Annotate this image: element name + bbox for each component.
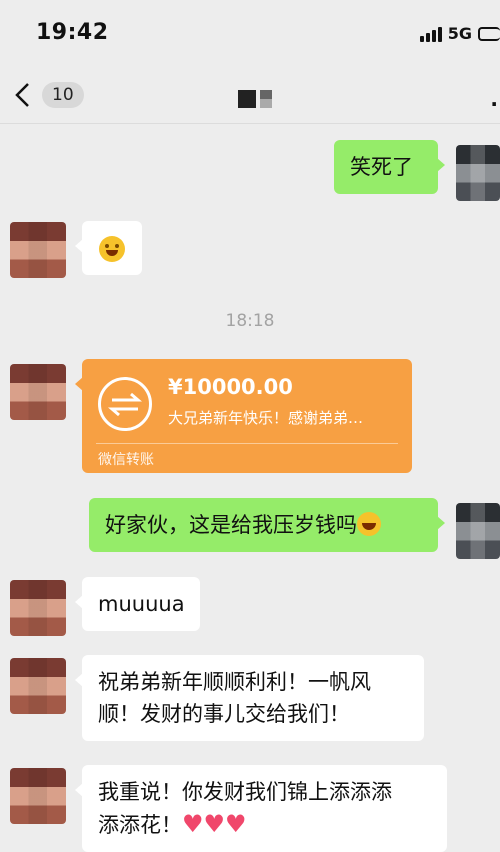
message-bubble-mine[interactable]: 好家伙，这是给我压岁钱吗: [89, 498, 445, 552]
message-text-line: 祝弟弟新年顺顺利利！一帆风: [98, 670, 371, 694]
message-text: muuuua: [98, 592, 185, 616]
divider: [96, 443, 398, 444]
message-text-line: 我重说！你发财我们锦上添添添: [98, 780, 392, 804]
avatar[interactable]: [10, 658, 66, 714]
avatar[interactable]: [10, 222, 66, 278]
status-bar: 19:42 5G: [0, 0, 500, 64]
battery-icon: [478, 26, 500, 41]
message-text: 笑死了: [350, 155, 413, 179]
back-button[interactable]: 10: [10, 78, 90, 112]
status-time: 19:42: [36, 20, 109, 45]
message-text-line: 顺！发财的事儿交给我们！: [98, 702, 350, 726]
message-bubble-theirs[interactable]: muuuua: [75, 577, 200, 631]
transfer-note: 大兄弟新年快乐！感谢弟弟…: [168, 409, 364, 427]
status-indicators: 5G: [419, 24, 500, 43]
chevron-left-icon: [15, 83, 29, 107]
message-text-line: 添添花！♥♥♥: [98, 808, 431, 841]
heart-icon: ♥: [203, 810, 226, 838]
chat-header: 10 ·: [0, 64, 500, 124]
message-bubble-theirs[interactable]: [75, 221, 142, 275]
avatar[interactable]: [456, 503, 500, 559]
message-bubble-theirs[interactable]: 我重说！你发财我们锦上添添添 添添花！♥♥♥: [75, 765, 447, 852]
network-type: 5G: [447, 24, 472, 43]
more-icon[interactable]: ·: [490, 92, 498, 116]
transfer-label: 微信转账: [98, 452, 154, 468]
transfer-card[interactable]: ¥10000.00 大兄弟新年快乐！感谢弟弟… 微信转账: [75, 359, 412, 473]
heart-icon: ♥: [182, 810, 204, 838]
time-separator: 18:18: [225, 311, 275, 331]
avatar[interactable]: [10, 364, 66, 420]
message-bubble-theirs[interactable]: 祝弟弟新年顺顺利利！一帆风 顺！发财的事儿交给我们！: [75, 655, 424, 741]
chat-messages[interactable]: 笑死了 18:18 ¥10000.00 大兄弟新年快乐！感谢弟弟… 微信转账 好…: [0, 125, 500, 852]
transfer-amount: ¥10000.00: [168, 375, 293, 399]
emoji-icon: [99, 236, 125, 262]
chat-title-obscured: [238, 90, 272, 108]
avatar[interactable]: [456, 145, 500, 201]
transfer-arrows-icon: [98, 377, 152, 431]
heart-icon: ♥: [225, 810, 247, 838]
message-bubble-mine[interactable]: 笑死了: [334, 140, 445, 194]
avatar[interactable]: [10, 580, 66, 636]
emoji-icon: [357, 512, 381, 536]
unread-count-badge: 10: [42, 82, 84, 108]
signal-icon: [419, 26, 442, 42]
avatar[interactable]: [10, 768, 66, 824]
message-text: 好家伙，这是给我压岁钱吗: [105, 513, 357, 537]
message-text: 添添花！: [98, 813, 182, 837]
